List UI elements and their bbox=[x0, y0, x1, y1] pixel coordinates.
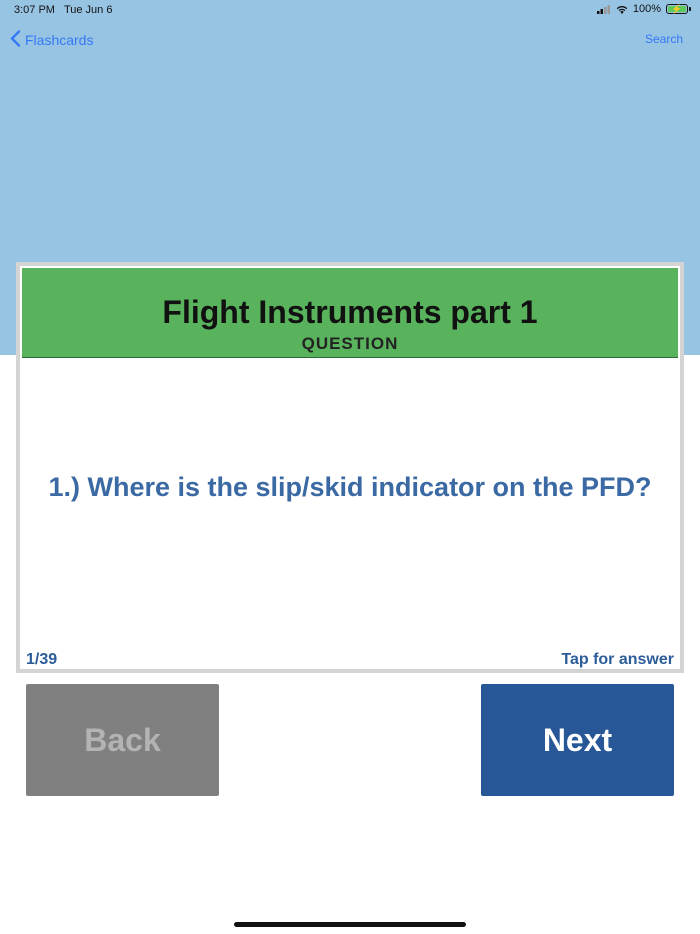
card-question: 1.) Where is the slip/skid indicator on … bbox=[48, 472, 652, 502]
status-date: Tue Jun 6 bbox=[63, 4, 113, 16]
card-side-label: QUESTION bbox=[301, 334, 399, 353]
card-title: Flight Instruments part 1 bbox=[162, 294, 538, 330]
card-counter: 1/39 bbox=[26, 651, 58, 668]
home-indicator[interactable] bbox=[234, 922, 466, 927]
flashcards-back-button[interactable]: Flashcards bbox=[10, 30, 93, 50]
back-button[interactable]: Back bbox=[26, 684, 219, 796]
flashcards-back-label: Flashcards bbox=[25, 32, 94, 48]
chevron-left-icon bbox=[10, 30, 21, 50]
next-button[interactable]: Next bbox=[481, 684, 674, 796]
status-time: 3:07 PM bbox=[14, 4, 55, 16]
status-bar-time: 3:07 PM Tue Jun 6 bbox=[14, 4, 112, 16]
card-header: Flight Instruments part 1 QUESTION bbox=[22, 268, 678, 358]
wifi-icon bbox=[616, 5, 628, 14]
signal-icon bbox=[596, 4, 611, 14]
status-bar-right: 100% ⚡ bbox=[596, 3, 691, 15]
search-button[interactable]: Search bbox=[645, 32, 683, 46]
tap-for-answer-hint[interactable]: Tap for answer bbox=[561, 651, 674, 669]
battery-percent: 100% bbox=[632, 3, 661, 15]
flashcard[interactable]: Flight Instruments part 1 QUESTION 1.) W… bbox=[16, 262, 684, 673]
battery-charging-icon: ⚡ bbox=[666, 4, 691, 14]
